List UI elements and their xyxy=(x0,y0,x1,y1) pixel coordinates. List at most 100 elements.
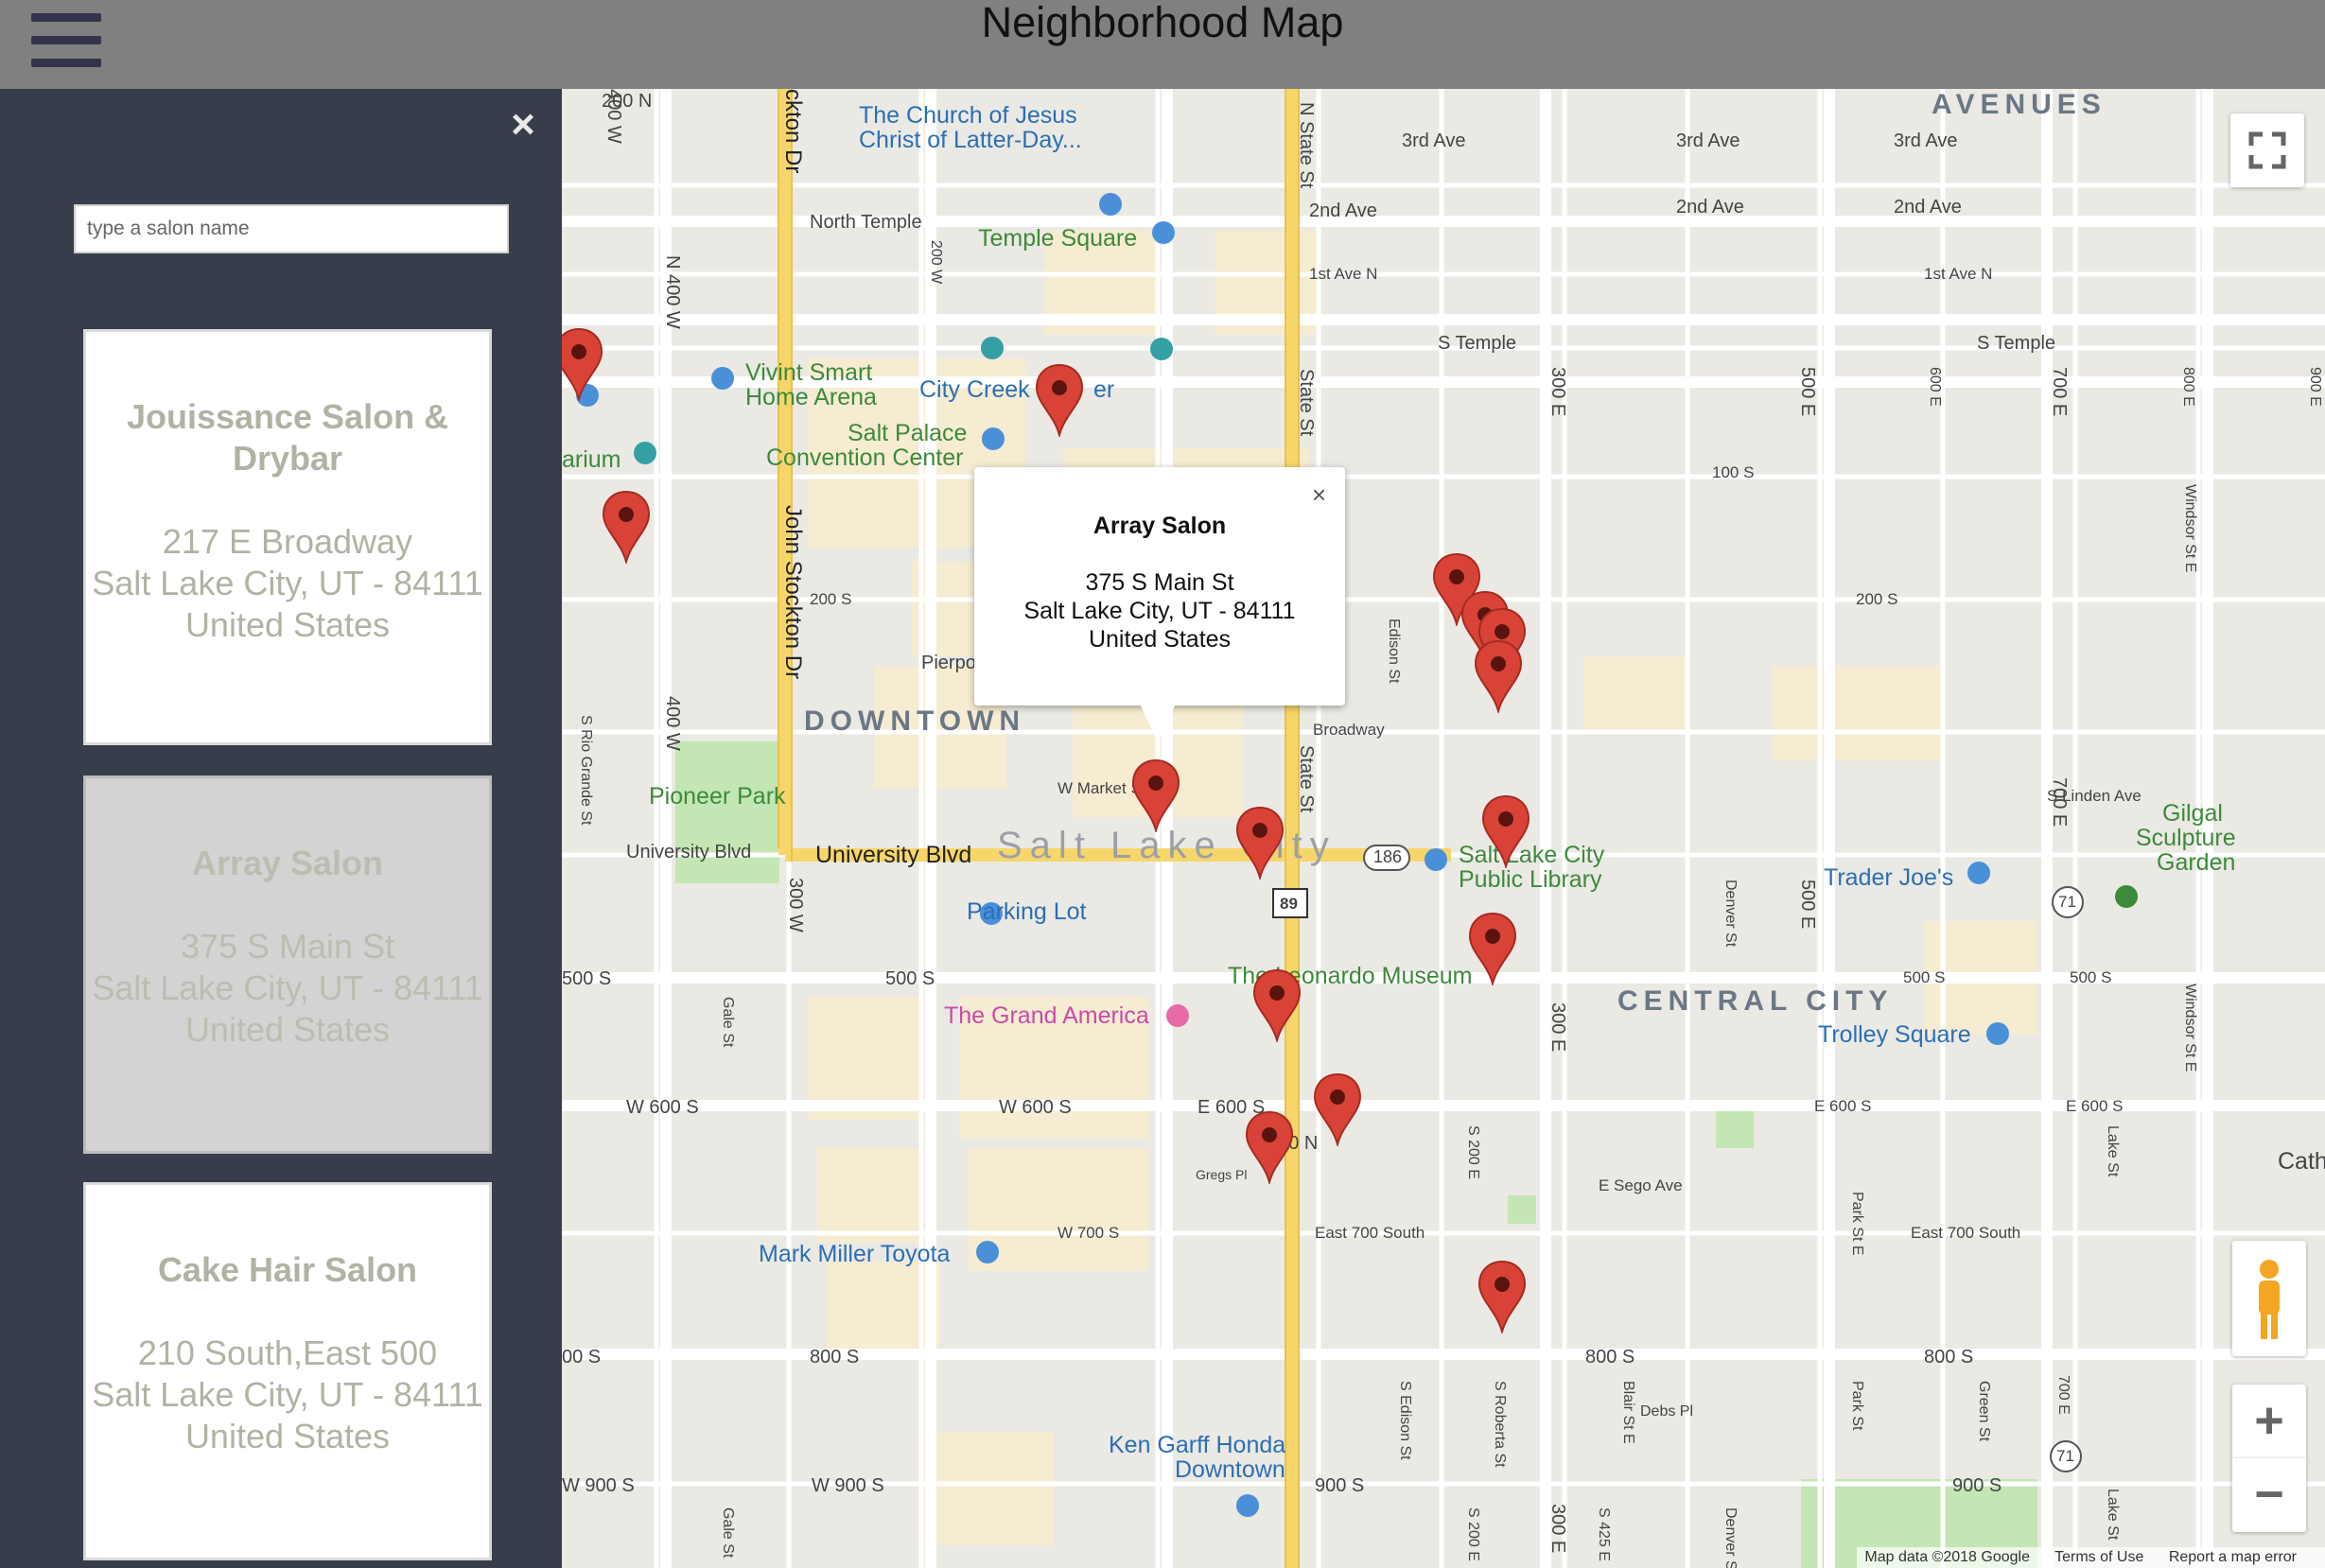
street-800s-d: 800 S xyxy=(1924,1347,1974,1368)
search-input[interactable] xyxy=(74,204,509,253)
salon-card-cake[interactable]: Cake Hair Salon 210 South,East 500 Salt … xyxy=(83,1182,492,1560)
street-500s-d: 500 S xyxy=(2070,968,2112,986)
poi-trolley-square[interactable]: Trolley Square xyxy=(1818,1021,1971,1049)
street-900s-a: 900 S xyxy=(1315,1475,1365,1496)
street-john-stockton: John Stockton Dr xyxy=(780,505,806,680)
fullscreen-button[interactable] xyxy=(2230,113,2304,187)
street-w-market: W Market S xyxy=(1058,779,1142,797)
street-200s-b: 200 S xyxy=(1856,590,1898,608)
street-3rd-ave-1: 3rd Ave xyxy=(1402,131,1466,151)
info-window-city: Salt Lake City, UT - 84111 xyxy=(1023,598,1296,624)
poi-gilgal-3[interactable]: Garden xyxy=(2157,849,2235,877)
map-marker[interactable] xyxy=(1313,1072,1362,1146)
info-window-title: Array Salon xyxy=(1093,513,1227,539)
map-marker[interactable] xyxy=(1468,912,1517,985)
street-state-st: State St xyxy=(1296,369,1317,437)
poi-temple-square[interactable]: Temple Square xyxy=(978,225,1137,253)
map-marker[interactable] xyxy=(1131,758,1180,832)
street-200w: 200 W xyxy=(928,240,944,285)
map-marker[interactable] xyxy=(1235,806,1285,880)
street-university-blvd-1: University Blvd xyxy=(626,842,752,862)
plus-icon: + xyxy=(2254,1392,2284,1449)
info-window-close-icon[interactable]: × xyxy=(1312,480,1326,510)
street-800s-c: 800 S xyxy=(1585,1347,1635,1368)
street-state-st-2: State St xyxy=(1296,745,1317,813)
poi-arium[interactable]: arium xyxy=(562,446,621,474)
map-marker[interactable] xyxy=(602,490,651,564)
street-gregs-pl: Gregs Pl xyxy=(1196,1167,1248,1182)
poi-city-creek[interactable]: City Creek xyxy=(919,376,1030,404)
report-link[interactable]: Report a map error xyxy=(2169,1549,2297,1565)
poi-gilgal[interactable]: Gilgal xyxy=(2162,800,2223,828)
app-header: Neighborhood Map xyxy=(0,0,2325,89)
map-marker[interactable] xyxy=(1474,639,1523,713)
street-1st-ave-2: 1st Ave N xyxy=(1924,265,1993,283)
street-700e-c: 700 E xyxy=(2055,1375,2072,1415)
poi-grand-america[interactable]: The Grand America xyxy=(944,1002,1149,1030)
terms-link[interactable]: Terms of Use xyxy=(2054,1549,2143,1565)
map-marker[interactable] xyxy=(1252,968,1302,1042)
route-71-a: 71 xyxy=(2058,893,2076,911)
salon-city: Salt Lake City, UT - 84111 xyxy=(92,968,483,1007)
poi-ken-garff[interactable]: Ken Garff Honda xyxy=(1109,1432,1285,1459)
map[interactable]: AVENUES DOWNTOWN CENTRAL CITY Salt Lake … xyxy=(562,89,2325,1568)
poi-library-2[interactable]: Public Library xyxy=(1459,866,1601,894)
salon-name: Cake Hair Salon xyxy=(157,1250,418,1289)
route-71-b: 71 xyxy=(2056,1447,2074,1465)
street-s200e: S 200 E xyxy=(1465,1125,1481,1179)
poi-mark-miller[interactable]: Mark Miller Toyota xyxy=(759,1241,950,1268)
street-view-button[interactable] xyxy=(2232,1241,2306,1356)
street-windsor-2: Windsor St E xyxy=(2182,984,2198,1072)
poi-salt-palace-2[interactable]: Convention Center xyxy=(766,444,963,472)
street-park-st-2: Park St E xyxy=(1849,1192,1865,1256)
map-attribution: Map data ©2018 Google Terms of Use Repor… xyxy=(1857,1547,2325,1568)
poi-trader-joes[interactable]: Trader Joe's xyxy=(1824,864,1953,892)
poi-church[interactable]: The Church of Jesus xyxy=(859,102,1077,130)
street-gale-2: Gale St xyxy=(720,1507,736,1559)
street-3rd-ave-3: 3rd Ave xyxy=(1894,131,1958,151)
poi-city-creek-tail: er xyxy=(1093,376,1115,403)
street-e700s-1: East 700 South xyxy=(1315,1224,1425,1242)
street-broadway: Broadway xyxy=(1313,721,1385,739)
street-debs-pl: Debs Pl xyxy=(1640,1403,1694,1420)
map-marker[interactable] xyxy=(1481,794,1530,868)
salon-street: 375 S Main St xyxy=(180,927,395,966)
poi-pioneer-park[interactable]: Pioneer Park xyxy=(649,783,786,810)
map-marker[interactable] xyxy=(562,327,603,401)
street-2nd-ave-3: 2nd Ave xyxy=(1894,197,1962,218)
salon-card-array[interactable]: Array Salon 375 S Main St Salt Lake City… xyxy=(83,775,492,1154)
street-300e-c: 300 E xyxy=(1547,1504,1568,1554)
street-400w-top: 400 W xyxy=(603,89,624,144)
poi-gilgal-2[interactable]: Sculpture xyxy=(2136,825,2236,852)
street-100s: 100 S xyxy=(1712,463,1755,481)
poi-church-2[interactable]: Christ of Latter-Day... xyxy=(859,127,1082,154)
street-s-temple-2: S Temple xyxy=(1977,333,2056,354)
poi-salt-palace[interactable]: Salt Palace xyxy=(848,420,967,447)
minus-icon: − xyxy=(2254,1466,2284,1523)
poi-vivint[interactable]: Vivint Smart xyxy=(745,359,872,387)
poi-ken-garff-2[interactable]: Downtown xyxy=(1175,1456,1285,1484)
info-window: × Array Salon 375 S Main St Salt Lake Ci… xyxy=(974,467,1345,706)
sidebar: × Jouissance Salon & Drybar 217 E Broadw… xyxy=(0,89,562,1568)
close-icon[interactable]: × xyxy=(506,104,540,146)
map-label-cath: Cath xyxy=(2278,1148,2325,1175)
map-marker[interactable] xyxy=(1035,363,1084,437)
poi-vivint-2[interactable]: Home Arena xyxy=(745,384,877,411)
map-marker[interactable] xyxy=(1477,1260,1527,1333)
street-green-st: Green St xyxy=(1976,1381,1992,1442)
street-2nd-ave-2: 2nd Ave xyxy=(1676,197,1744,218)
street-university-blvd-2: University Blvd xyxy=(815,842,972,868)
street-300e-b: 300 E xyxy=(1547,1002,1568,1053)
zoom-in-button[interactable]: + xyxy=(2232,1385,2306,1458)
salon-card-jouissance[interactable]: Jouissance Salon & Drybar 217 E Broadway… xyxy=(83,329,492,745)
street-denver-2: Denver St xyxy=(1722,1507,1739,1568)
street-gale: Gale St xyxy=(720,997,736,1048)
poi-parking-lot[interactable]: Parking Lot xyxy=(967,898,1086,926)
info-window-street: 375 S Main St xyxy=(1085,569,1234,596)
map-label-central-city: CENTRAL CITY xyxy=(1617,985,1894,1017)
street-w600s-1: W 600 S xyxy=(626,1097,699,1118)
map-marker[interactable] xyxy=(1245,1110,1294,1184)
street-w900s-1: W 900 S xyxy=(562,1475,635,1496)
zoom-out-button[interactable]: − xyxy=(2232,1458,2306,1532)
salon-street: 217 E Broadway xyxy=(162,522,413,561)
